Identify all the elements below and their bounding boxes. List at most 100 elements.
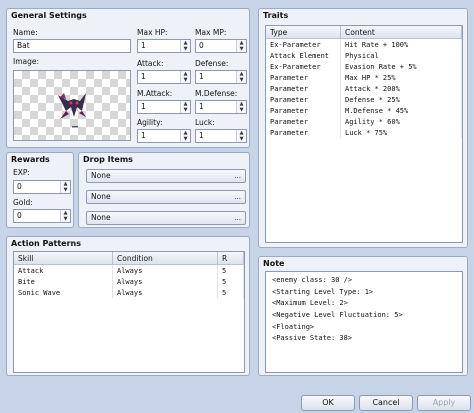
exp-stepper[interactable]: ▲ ▼ bbox=[60, 181, 70, 193]
m-defense-value: 1 bbox=[199, 102, 204, 111]
more-icon: ... bbox=[234, 214, 241, 222]
trait-type-cell: Ex-Parameter bbox=[266, 38, 341, 50]
max-mp-stepper[interactable]: ▲ ▼ bbox=[236, 40, 246, 52]
trait-content-cell: Evasion Rate + 5% bbox=[340, 61, 462, 72]
skill-cell: Attack bbox=[14, 264, 113, 276]
luck-field[interactable]: 1 ▲ ▼ bbox=[195, 129, 247, 143]
skill-cell: Bite bbox=[14, 276, 113, 287]
m-attack-field[interactable]: 1 ▲ ▼ bbox=[137, 100, 191, 114]
trait-content-cell: Physical bbox=[340, 50, 462, 61]
table-row[interactable]: Parameter Defense * 25% bbox=[266, 94, 462, 105]
traits-table[interactable]: Type Content Ex-Parameter Hit Rate + 100%… bbox=[265, 25, 463, 243]
gold-label: Gold: bbox=[13, 198, 33, 207]
drop-items-panel: Drop Items None ... None ... None ... bbox=[78, 152, 250, 228]
bat-sprite-icon bbox=[58, 93, 86, 128]
action-patterns-panel: Action Patterns Skill Condition R Attack… bbox=[6, 236, 250, 376]
m-defense-field[interactable]: 1 ▲ ▼ bbox=[195, 100, 247, 114]
cancel-button[interactable]: Cancel bbox=[359, 395, 413, 411]
trait-content-cell: Attack * 200% bbox=[340, 83, 462, 94]
trait-content-cell: M.Defense * 45% bbox=[340, 105, 462, 116]
image-label: Image: bbox=[13, 57, 40, 66]
max-hp-field[interactable]: 1 ▲ ▼ bbox=[137, 39, 191, 53]
note-line: <Negative Level Fluctuation: 5> bbox=[272, 311, 403, 320]
trait-content-cell: Luck * 75% bbox=[340, 127, 462, 138]
table-row[interactable]: Bite Always 5 bbox=[14, 276, 244, 287]
table-row[interactable]: Parameter Max HP * 25% bbox=[266, 72, 462, 83]
action-patterns-table[interactable]: Skill Condition R Attack Always 5 Bite A… bbox=[13, 251, 245, 373]
note-line: <Maximum Level: 2> bbox=[272, 299, 348, 308]
max-hp-value: 1 bbox=[141, 41, 146, 50]
defense-stepper[interactable]: ▲ ▼ bbox=[236, 71, 246, 83]
enemy-image-picker[interactable] bbox=[13, 70, 131, 141]
note-line: <enemy class: 30 /> bbox=[272, 276, 353, 284]
drop-item-1-value: None bbox=[91, 171, 111, 180]
agility-field[interactable]: 1 ▲ ▼ bbox=[137, 129, 191, 143]
defense-value: 1 bbox=[199, 72, 204, 81]
table-row[interactable]: Attack Element Physical bbox=[266, 50, 462, 61]
action-patterns-title: Action Patterns bbox=[11, 239, 81, 248]
attack-value: 1 bbox=[141, 72, 146, 81]
general-settings-panel: General Settings Name: Bat Image: Max HP… bbox=[6, 8, 250, 148]
drop-item-1-selector[interactable]: None ... bbox=[86, 169, 246, 183]
attack-label: Attack: bbox=[137, 59, 164, 68]
name-field[interactable]: Bat bbox=[13, 39, 131, 53]
condition-cell: Always bbox=[112, 276, 218, 287]
table-row[interactable]: Parameter Luck * 75% bbox=[266, 127, 462, 138]
note-line: <Floating> bbox=[272, 322, 315, 331]
table-row[interactable]: Sonic Wave Always 5 bbox=[14, 287, 244, 298]
condition-cell: Always bbox=[112, 264, 218, 276]
rating-column-header[interactable]: R bbox=[217, 252, 244, 265]
traits-title: Traits bbox=[263, 11, 289, 20]
note-line: <Starting Level Type: 1> bbox=[272, 287, 374, 296]
note-title: Note bbox=[263, 259, 285, 268]
ok-button[interactable]: OK bbox=[301, 395, 355, 411]
condition-column-header[interactable]: Condition bbox=[112, 252, 218, 265]
apply-button[interactable]: Apply bbox=[417, 395, 471, 411]
drop-item-3-selector[interactable]: None ... bbox=[86, 211, 246, 225]
m-attack-stepper[interactable]: ▲ ▼ bbox=[180, 101, 190, 113]
content-column-header[interactable]: Content bbox=[340, 26, 462, 39]
defense-field[interactable]: 1 ▲ ▼ bbox=[195, 70, 247, 84]
m-defense-stepper[interactable]: ▲ ▼ bbox=[236, 101, 246, 113]
trait-type-cell: Parameter bbox=[266, 105, 341, 116]
trait-type-cell: Parameter bbox=[266, 83, 341, 94]
rating-cell: 5 bbox=[217, 264, 244, 276]
attack-stepper[interactable]: ▲ ▼ bbox=[180, 71, 190, 83]
gold-field[interactable]: 0 ▲ ▼ bbox=[13, 209, 71, 223]
note-textarea[interactable]: <enemy class: 30 /> <Starting Level Type… bbox=[265, 271, 463, 373]
m-attack-value: 1 bbox=[141, 102, 146, 111]
traits-panel: Traits Type Content Ex-Parameter Hit Rate… bbox=[258, 8, 468, 248]
table-row[interactable]: Attack Always 5 bbox=[14, 264, 244, 276]
rating-cell: 5 bbox=[217, 287, 244, 298]
max-mp-label: Max MP: bbox=[195, 28, 227, 37]
attack-field[interactable]: 1 ▲ ▼ bbox=[137, 70, 191, 84]
name-label: Name: bbox=[13, 28, 38, 37]
table-row[interactable]: Parameter Attack * 200% bbox=[266, 83, 462, 94]
luck-stepper[interactable]: ▲ ▼ bbox=[236, 130, 246, 142]
trait-type-cell: Parameter bbox=[266, 127, 341, 138]
table-row[interactable]: Parameter Agility * 60% bbox=[266, 116, 462, 127]
trait-type-cell: Parameter bbox=[266, 72, 341, 83]
rating-cell: 5 bbox=[217, 276, 244, 287]
exp-field[interactable]: 0 ▲ ▼ bbox=[13, 180, 71, 194]
agility-value: 1 bbox=[141, 131, 146, 140]
table-row[interactable]: Parameter M.Defense * 45% bbox=[266, 105, 462, 116]
m-defense-label: M.Defense: bbox=[195, 89, 238, 98]
trait-content-cell: Hit Rate + 100% bbox=[340, 38, 462, 50]
max-mp-field[interactable]: 0 ▲ ▼ bbox=[195, 39, 247, 53]
trait-content-cell: Agility * 60% bbox=[340, 116, 462, 127]
trait-content-cell: Defense * 25% bbox=[340, 94, 462, 105]
drop-item-3-value: None bbox=[91, 213, 111, 222]
note-line: <Passive State: 38> bbox=[272, 334, 353, 343]
agility-stepper[interactable]: ▲ ▼ bbox=[180, 130, 190, 142]
table-row[interactable]: Ex-Parameter Hit Rate + 100% bbox=[266, 38, 462, 50]
defense-label: Defense: bbox=[195, 59, 229, 68]
gold-stepper[interactable]: ▲ ▼ bbox=[60, 210, 70, 222]
luck-value: 1 bbox=[199, 131, 204, 140]
rewards-panel: Rewards EXP: 0 ▲ ▼ Gold: 0 ▲ ▼ bbox=[6, 152, 74, 228]
drop-item-2-selector[interactable]: None ... bbox=[86, 190, 246, 204]
skill-column-header[interactable]: Skill bbox=[14, 252, 113, 265]
type-column-header[interactable]: Type bbox=[266, 26, 341, 39]
table-row[interactable]: Ex-Parameter Evasion Rate + 5% bbox=[266, 61, 462, 72]
max-hp-stepper[interactable]: ▲ ▼ bbox=[180, 40, 190, 52]
